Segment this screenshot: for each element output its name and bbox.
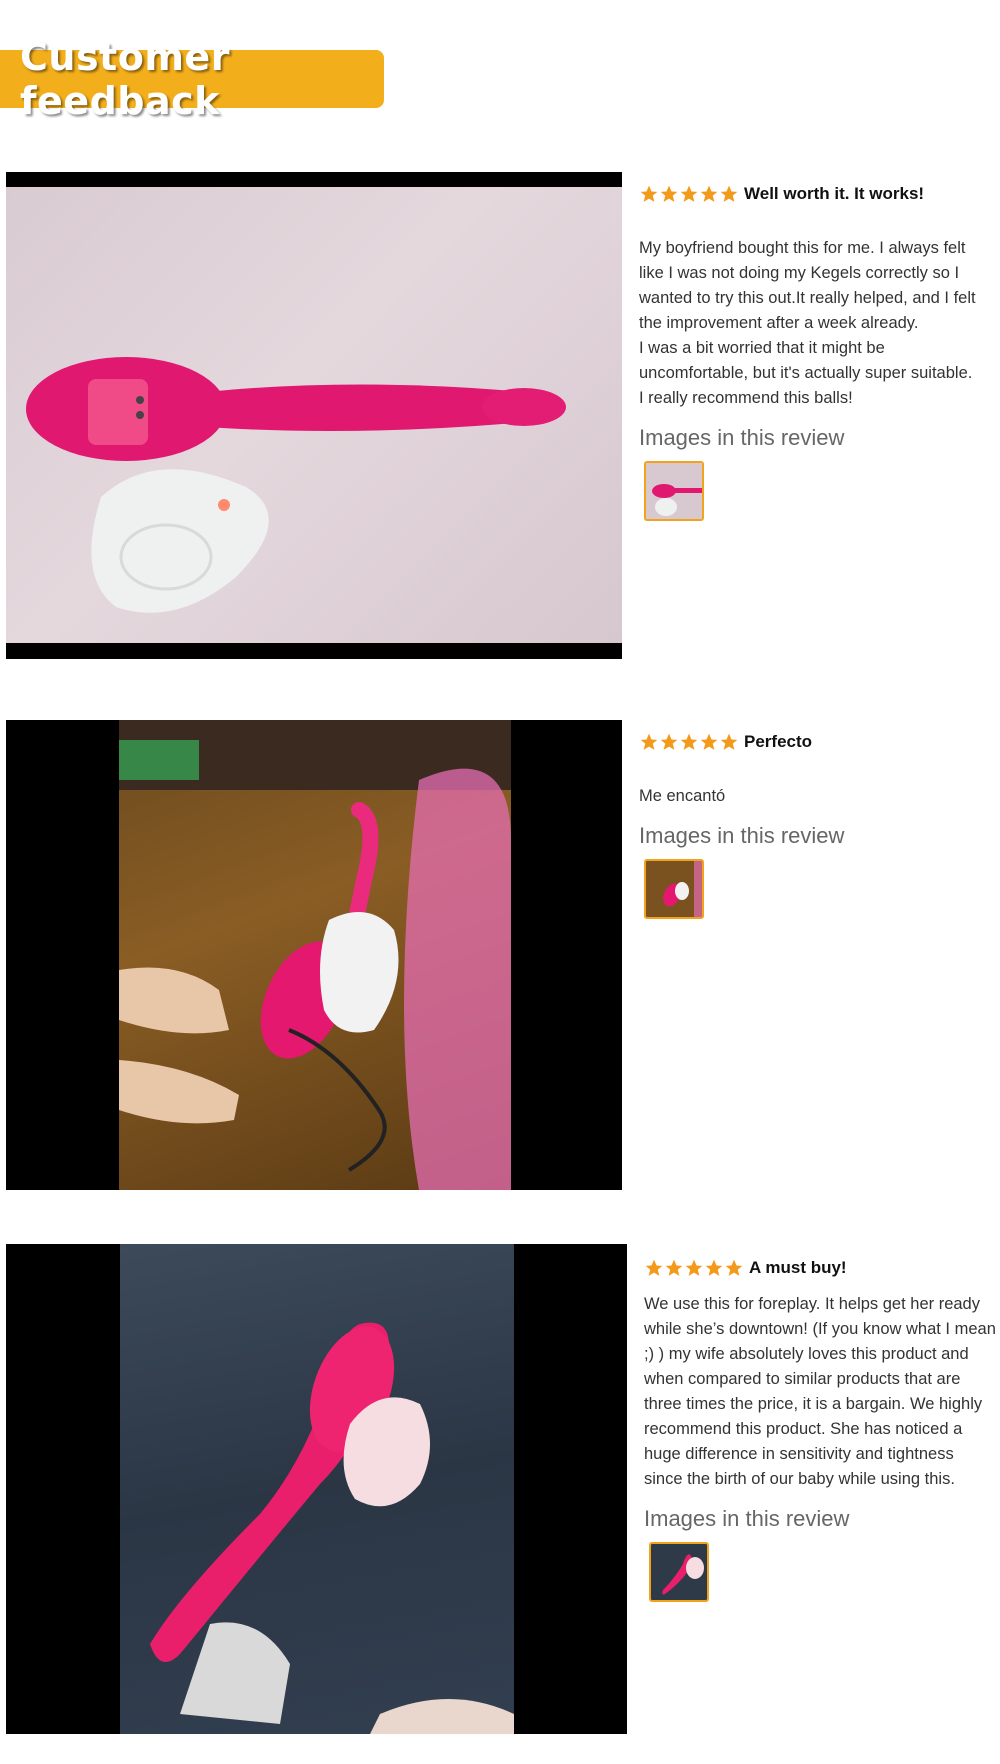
review-body: Me encantó xyxy=(639,784,989,809)
review-body: My boyfriend bought this for me. I alway… xyxy=(639,236,989,411)
review-info: Perfecto Me encantó Images in this revie… xyxy=(639,730,989,919)
review-thumbnail[interactable] xyxy=(644,859,704,919)
star-icon xyxy=(659,732,679,752)
review-text: We use this for foreplay. It helps get h… xyxy=(644,1295,996,1488)
images-heading: Images in this review xyxy=(639,425,845,450)
star-icon xyxy=(679,732,699,752)
review-text: Me encantó xyxy=(639,787,726,805)
star-icon xyxy=(659,184,679,204)
star-icon xyxy=(679,184,699,204)
star-icon xyxy=(699,732,719,752)
star-icon xyxy=(644,1258,664,1278)
rating-row: A must buy! xyxy=(644,1256,996,1280)
review-info: Well worth it. It works! My boyfriend bo… xyxy=(639,182,989,521)
star-rating xyxy=(639,732,739,752)
images-heading: Images in this review xyxy=(644,1506,850,1531)
banner-title: Customer feedback xyxy=(20,35,230,123)
customer-feedback-banner: Customer feedback xyxy=(0,35,384,123)
star-icon xyxy=(704,1258,724,1278)
star-rating xyxy=(644,1258,744,1278)
review-body: We use this for foreplay. It helps get h… xyxy=(644,1292,996,1492)
review-text: I really recommend this balls! xyxy=(639,389,853,407)
review-photo[interactable] xyxy=(6,1244,627,1734)
product-photo-icon xyxy=(26,357,566,613)
images-heading: Images in this review xyxy=(639,823,845,848)
product-photo-icon xyxy=(119,720,511,1190)
star-icon xyxy=(724,1258,744,1278)
star-icon xyxy=(699,184,719,204)
review-title: Perfecto xyxy=(744,732,813,751)
thumbnail-icon xyxy=(646,861,702,917)
star-icon xyxy=(639,184,659,204)
thumbnail-icon xyxy=(651,1544,707,1600)
review-text: I was a bit worried that it might be unc… xyxy=(639,339,973,382)
rating-row: Well worth it. It works! xyxy=(639,182,989,206)
review-title: A must buy! xyxy=(749,1258,847,1277)
review-thumbnail[interactable] xyxy=(644,461,704,521)
star-icon xyxy=(639,732,659,752)
star-icon xyxy=(684,1258,704,1278)
review-photo[interactable] xyxy=(6,172,622,659)
review-title: Well worth it. It works! xyxy=(744,184,925,203)
star-rating xyxy=(639,184,739,204)
review-thumbnail[interactable] xyxy=(649,1542,709,1602)
star-icon xyxy=(719,184,739,204)
review-info: A must buy! We use this for foreplay. It… xyxy=(644,1256,996,1602)
thumbnail-icon xyxy=(646,463,702,519)
rating-row: Perfecto xyxy=(639,730,989,754)
review-photo[interactable] xyxy=(6,720,622,1190)
star-icon xyxy=(719,732,739,752)
review-text: My boyfriend bought this for me. I alway… xyxy=(639,239,976,332)
star-icon xyxy=(664,1258,684,1278)
product-photo-icon xyxy=(150,1322,514,1734)
